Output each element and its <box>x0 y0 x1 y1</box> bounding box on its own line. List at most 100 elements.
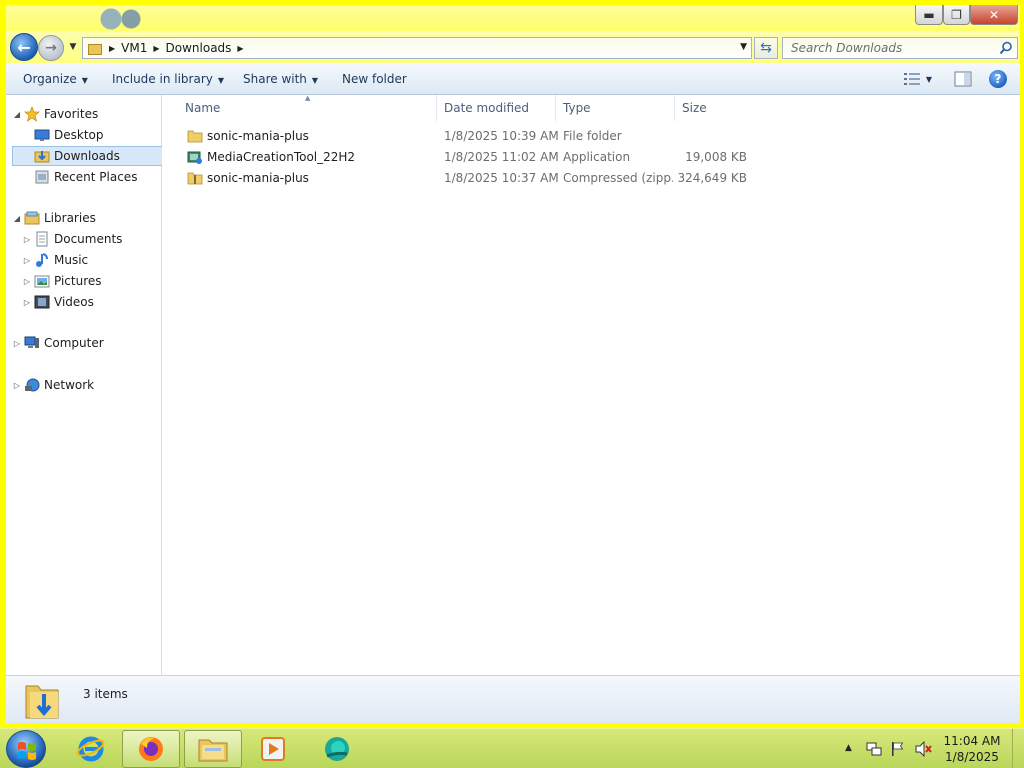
volume-muted-icon[interactable] <box>915 741 933 757</box>
collapse-arrow-icon[interactable]: ◢ <box>12 110 22 119</box>
table-row[interactable]: sonic-mania-plus 1/8/2025 10:39 AM File … <box>179 126 754 147</box>
column-header-date-modified[interactable]: Date modified <box>438 95 556 121</box>
address-bar[interactable]: ▶ VM1 ▶ Downloads ▶ ▼ <box>82 37 752 59</box>
help-icon: ? <box>994 72 1002 86</box>
chevron-down-icon: ▼ <box>217 76 225 85</box>
sidebar-item-recent-places[interactable]: Recent Places <box>22 167 162 187</box>
sidebar-item-label: Libraries <box>44 211 96 225</box>
sidebar-item-favorites[interactable]: ◢ Favorites <box>12 104 98 124</box>
sidebar-item-libraries[interactable]: ◢ Libraries <box>12 208 96 228</box>
expand-arrow-icon[interactable]: ▷ <box>22 235 32 244</box>
share-with-button[interactable]: Share with ▼ <box>243 72 318 86</box>
expand-arrow-icon[interactable]: ▷ <box>22 298 32 307</box>
windows-explorer-icon <box>198 739 228 762</box>
sidebar-item-label: Pictures <box>54 274 102 288</box>
back-button[interactable]: ← <box>10 33 38 61</box>
sidebar-item-label: Computer <box>44 336 104 350</box>
breadcrumb-downloads[interactable]: Downloads <box>165 41 233 55</box>
file-date-modified: 1/8/2025 10:39 AM <box>444 129 559 143</box>
expand-arrow-icon[interactable]: ▷ <box>22 256 32 265</box>
search-box[interactable] <box>782 37 1018 59</box>
recent-pages-dropdown[interactable]: ▼ <box>66 39 80 55</box>
file-name: sonic-mania-plus <box>207 129 309 143</box>
file-type: File folder <box>563 129 622 143</box>
column-header-name[interactable]: Name <box>179 95 437 121</box>
file-name: sonic-mania-plus <box>207 171 309 185</box>
sidebar-item-label: Recent Places <box>54 170 138 184</box>
change-view-button[interactable]: ▼ <box>898 69 938 89</box>
navigation-pane: ◢ Favorites Desktop Downloads Recent Pla… <box>6 95 166 675</box>
sidebar-item-videos[interactable]: ▷ Videos <box>22 292 94 312</box>
column-header-row: ▲ Name Date modified Type Size <box>162 94 754 121</box>
file-size: 324,649 KB <box>677 171 747 185</box>
internet-explorer-icon <box>76 736 105 762</box>
command-bar: Organize ▼ Include in library ▼ Share with… <box>6 63 1020 95</box>
taskbar-firefox[interactable] <box>122 730 180 768</box>
zip-folder-icon <box>187 172 203 185</box>
search-input[interactable] <box>783 41 988 55</box>
sidebar-item-pictures[interactable]: ▷ Pictures <box>22 271 102 291</box>
file-name: MediaCreationTool_22H2 <box>207 150 356 164</box>
libraries-icon <box>24 211 40 225</box>
chevron-down-icon: ▼ <box>81 76 88 85</box>
star-icon <box>24 106 40 122</box>
clock-date: 1/8/2025 <box>945 750 999 764</box>
network-status-icon[interactable] <box>866 741 882 757</box>
refresh-button[interactable]: ⇆ <box>754 37 778 59</box>
sidebar-item-documents[interactable]: ▷ Documents <box>22 229 122 249</box>
show-hidden-icons-icon[interactable]: ▲ <box>845 743 852 753</box>
taskbar: ▲ 11:04 AM 1/8/2025 <box>0 728 1024 768</box>
expand-arrow-icon[interactable]: ▷ <box>12 339 22 348</box>
forward-button[interactable]: → <box>38 35 64 61</box>
maximize-button[interactable]: ❐ <box>943 5 970 25</box>
sidebar-item-desktop[interactable]: Desktop <box>22 125 162 145</box>
sidebar-item-network[interactable]: ▷ Network <box>12 375 94 395</box>
taskbar-windows-explorer[interactable] <box>184 730 242 768</box>
title-bar[interactable]: ▬ ❐ ✕ <box>6 5 1020 33</box>
include-in-library-button[interactable]: Include in library ▼ <box>112 72 224 86</box>
column-header-size[interactable]: Size <box>676 95 754 121</box>
expand-arrow-icon[interactable]: ▷ <box>22 277 32 286</box>
close-button[interactable]: ✕ <box>970 5 1018 25</box>
breadcrumb-arrow-icon[interactable]: ▶ <box>237 44 243 53</box>
breadcrumb-arrow-icon[interactable]: ▶ <box>153 44 159 53</box>
taskbar-media-player[interactable] <box>244 730 302 768</box>
sidebar-item-music[interactable]: ▷ Music <box>22 250 88 270</box>
sidebar-item-downloads[interactable]: Downloads <box>12 146 166 166</box>
expand-arrow-icon[interactable]: ▷ <box>12 381 22 390</box>
help-button[interactable]: ? <box>989 70 1007 88</box>
breadcrumb-vm1[interactable]: VM1 <box>120 41 148 55</box>
sidebar-item-label: Downloads <box>54 149 120 163</box>
search-icon[interactable] <box>999 41 1013 55</box>
preview-pane-icon[interactable] <box>952 69 974 89</box>
sidebar-item-label: Music <box>54 253 89 267</box>
taskbar-internet-explorer[interactable] <box>62 730 120 768</box>
new-folder-button[interactable]: New folder <box>342 72 407 86</box>
downloads-folder-icon <box>25 685 59 719</box>
column-header-type[interactable]: Type <box>557 95 675 121</box>
sidebar-item-label: Videos <box>54 295 94 309</box>
breadcrumb-arrow-icon[interactable]: ▶ <box>109 44 115 53</box>
desktop-artifact <box>96 8 146 30</box>
network-icon <box>25 378 40 392</box>
start-button[interactable] <box>6 730 46 768</box>
address-history-dropdown-icon[interactable]: ▼ <box>740 42 747 52</box>
forward-arrow-icon: → <box>45 40 57 56</box>
refresh-icon: ⇆ <box>760 40 772 56</box>
table-row[interactable]: MediaCreationTool_22H2 1/8/2025 11:02 AM… <box>179 147 754 168</box>
table-row[interactable]: sonic-mania-plus 1/8/2025 10:37 AM Compr… <box>179 168 754 189</box>
downloads-folder-icon <box>34 151 50 163</box>
collapse-arrow-icon[interactable]: ◢ <box>12 214 22 223</box>
windows-logo-icon <box>18 742 36 760</box>
sidebar-item-computer[interactable]: ▷ Computer <box>12 333 104 353</box>
computer-icon <box>24 336 39 348</box>
organize-button[interactable]: Organize ▼ <box>23 72 88 86</box>
show-desktop-button[interactable] <box>1012 729 1024 768</box>
minimize-button[interactable]: ▬ <box>915 5 943 25</box>
action-center-flag-icon[interactable] <box>890 741 906 757</box>
system-clock[interactable]: 11:04 AM 1/8/2025 <box>936 733 1008 765</box>
explorer-window: ▬ ❐ ✕ ← → ▼ ▶ VM1 ▶ Downloads ▶ ▼ ⇆ Orga… <box>0 0 1024 728</box>
taskbar-app[interactable] <box>308 730 366 768</box>
file-type: Compressed (zipp... <box>563 171 673 185</box>
chevron-down-icon: ▼ <box>311 76 319 85</box>
